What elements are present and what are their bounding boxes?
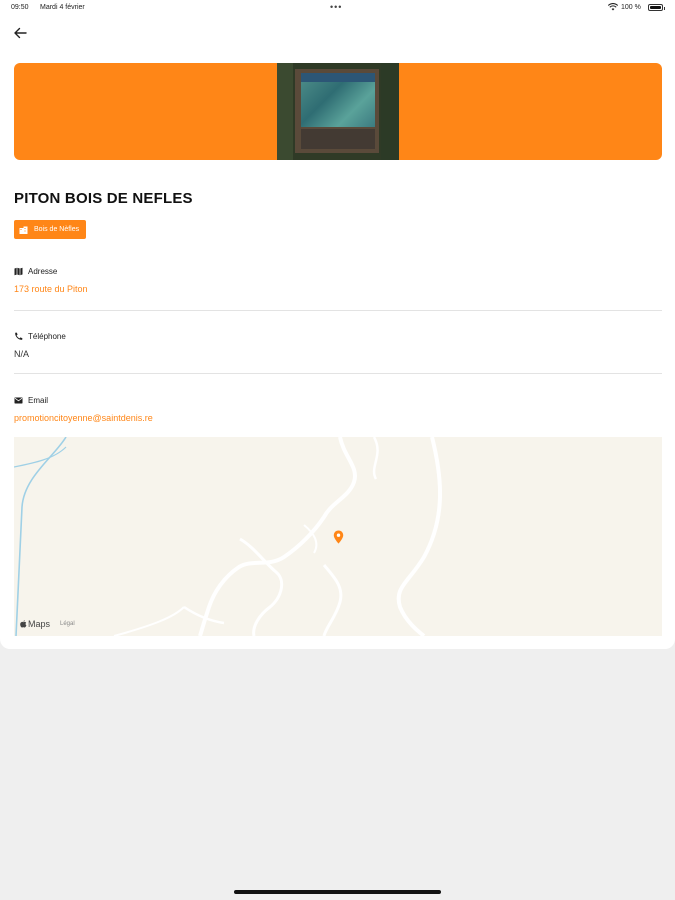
email-section: Email promotioncitoyenne@saintdenis.re [14,394,662,424]
email-link[interactable]: promotioncitoyenne@saintdenis.re [14,413,662,423]
phone-section: Téléphone N/A [14,330,662,360]
page-title: PITON BOIS DE NEFLES [14,190,193,207]
wifi-icon [608,3,618,11]
status-date: Mardi 4 février [40,4,85,11]
divider [14,373,662,374]
address-label: Adresse [28,266,58,276]
address-section: Adresse 173 route du Piton [14,265,662,295]
arrow-left-icon [14,27,27,39]
phone-label: Téléphone [28,331,66,341]
multitasking-dots[interactable]: ••• [330,2,342,12]
back-button[interactable] [10,24,32,42]
address-link[interactable]: 173 route du Piton [14,284,662,294]
divider [14,310,662,311]
building-icon [19,226,28,234]
legal-link[interactable]: Légal [60,621,75,627]
home-indicator[interactable] [234,890,441,894]
category-label: Bois de Nèfles [34,226,80,233]
phone-icon [15,332,23,340]
envelope-icon [14,397,23,403]
place-photo[interactable] [277,63,399,160]
phone-value: N/A [14,349,30,359]
maps-brand: Maps [20,619,50,629]
category-badge[interactable]: Bois de Nèfles [14,220,87,239]
map-pin-icon[interactable] [333,530,344,544]
location-map[interactable]: Maps Légal [14,437,662,636]
email-label: Email [28,395,49,405]
hero-banner [14,63,662,160]
status-time: 09:50 [11,4,29,11]
battery-icon [648,4,665,11]
battery-percentage: 100 % [621,4,641,11]
status-bar: 09:50 Mardi 4 février ••• 100 % [0,0,675,16]
maps-brand-label: Maps [28,619,51,629]
map-icon [14,267,23,275]
apple-logo-icon [20,620,27,628]
place-detail-card: PITON BOIS DE NEFLES Bois de Nèfles Adre… [0,16,675,649]
